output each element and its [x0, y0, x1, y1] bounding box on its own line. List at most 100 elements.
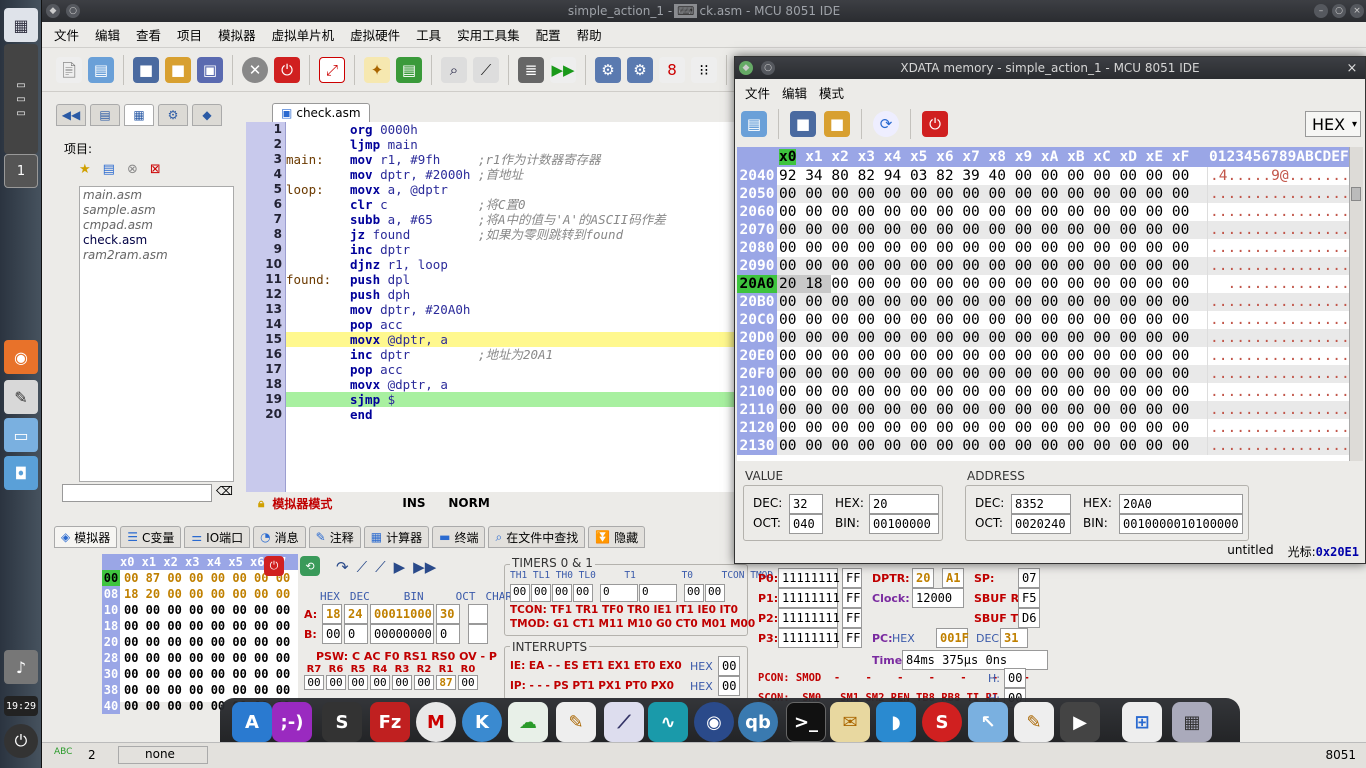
gear-tab-icon[interactable]: ⚙ — [158, 104, 188, 126]
archive-icon[interactable]: ▦ — [1172, 702, 1212, 742]
hex-grid[interactable]: x0 x1 x2 x3 x4 x5 x6 x7 x8 x9 xA xB xC x… — [737, 147, 1351, 461]
hex-ascii[interactable]: ................ — [1207, 257, 1350, 275]
code-line[interactable]: inc dptr ;地址为20A1 — [286, 347, 736, 362]
tab-bottom-7[interactable]: ⌕ 在文件中查找 — [488, 526, 586, 548]
tab-bottom-2[interactable]: ⚌ IO端口 — [184, 526, 251, 548]
a-dec[interactable]: 24 — [344, 604, 368, 624]
workspace-switcher[interactable]: ▭ ▭ ▭ — [4, 44, 38, 154]
pc-dec[interactable]: 31 — [1000, 628, 1028, 648]
reg-value[interactable]: 00 — [392, 675, 412, 690]
code-line[interactable]: push dph — [286, 287, 736, 302]
compile-icon[interactable]: ✦ — [364, 56, 390, 83]
file-item[interactable]: check.asm — [83, 233, 230, 248]
hex-bytes[interactable]: 00 00 00 00 00 00 00 00 00 00 00 00 00 0… — [777, 311, 1207, 329]
remove-file-icon[interactable]: ⊗ — [127, 162, 138, 177]
p0-hex[interactable]: FF — [842, 568, 862, 588]
code-line[interactable]: inc dptr — [286, 242, 736, 257]
step-over-icon[interactable]: ⟋ — [357, 558, 368, 576]
monitor-icon[interactable]: ∿ — [648, 702, 688, 742]
hex-row[interactable]: 20E0 00 00 00 00 00 00 00 00 00 00 00 00 … — [737, 347, 1351, 365]
matrix-icon[interactable]: ⁝⁝ — [691, 56, 717, 83]
window-menu-icon[interactable]: ○ — [66, 4, 80, 18]
reg-value[interactable]: 87 — [436, 675, 456, 690]
hex-bytes[interactable]: 20 18 00 00 00 00 00 00 00 00 00 00 00 0… — [777, 275, 1207, 293]
reg-value[interactable]: 00 — [458, 675, 478, 690]
reg-value[interactable]: 00 — [370, 675, 390, 690]
hex-bytes[interactable]: 00 00 00 00 00 00 00 00 00 00 00 00 00 0… — [777, 419, 1207, 437]
hex-ascii[interactable]: ................ — [1207, 383, 1350, 401]
step-back-icon[interactable]: ↷ — [336, 558, 349, 576]
value-dec[interactable]: 32 — [789, 494, 823, 514]
menu-edit[interactable]: 编辑 — [87, 25, 128, 44]
hex-row[interactable]: 2100 00 00 00 00 00 00 00 00 00 00 00 00 … — [737, 383, 1351, 401]
pcon-value[interactable]: 00 — [1004, 668, 1026, 688]
p0-value[interactable]: 11111111 — [778, 568, 840, 588]
settings1-icon[interactable]: ⚙ — [627, 56, 653, 83]
sbufr-value[interactable]: F5 — [1018, 588, 1040, 608]
hex-bytes[interactable]: 00 00 00 00 00 00 00 00 00 00 00 00 00 0… — [777, 185, 1207, 203]
writer-icon[interactable]: ✎ — [1014, 702, 1054, 742]
open-icon[interactable]: ▤ — [88, 56, 114, 83]
star-icon[interactable]: ★ — [79, 162, 91, 177]
xdata-menu-icon[interactable]: ○ — [761, 61, 775, 75]
b-bin[interactable]: 00000000 — [370, 624, 434, 644]
hex-row[interactable]: 20A0 20 18 00 00 00 00 00 00 00 00 00 00 … — [737, 275, 1351, 293]
xdata-refresh-icon[interactable]: ⟳ — [873, 111, 899, 137]
hex-bytes[interactable]: 00 00 00 00 00 00 00 00 00 00 00 00 00 0… — [777, 383, 1207, 401]
cloud-icon[interactable]: ☁ — [508, 702, 548, 742]
maximize-icon[interactable]: ○ — [1332, 4, 1346, 18]
filezilla-icon[interactable]: Fz — [370, 702, 410, 742]
add-file-icon[interactable]: ▤ — [103, 162, 115, 177]
fast-forward-icon[interactable]: ▶▶ — [413, 558, 436, 576]
network-icon[interactable]: ⊞ — [1122, 702, 1162, 742]
project-icon[interactable]: ▤ — [396, 56, 422, 83]
qb-icon[interactable]: qb — [738, 702, 778, 742]
timer-value[interactable]: 0 — [639, 584, 677, 602]
menu-project[interactable]: 项目 — [169, 25, 210, 44]
clear-filter-icon[interactable]: ⌫ — [216, 484, 233, 498]
stop-icon[interactable]: ✕ — [242, 56, 268, 83]
xdata-open-icon[interactable]: ▤ — [741, 111, 767, 137]
code-line[interactable]: movx @dptr, a — [286, 332, 736, 347]
workspace-number[interactable]: 1 — [4, 154, 38, 188]
dptr-low[interactable]: A1 — [942, 568, 964, 588]
menu-file[interactable]: 文件 — [46, 25, 87, 44]
timer-value[interactable]: 0 — [600, 584, 638, 602]
code-line[interactable]: subb a, #65 ;将A中的值与'A'的ASCII码作差 — [286, 212, 736, 227]
code-area[interactable]: org 0000h ljmp main main: mov r1, #9fh ;r1作… — [286, 122, 736, 492]
a-bin[interactable]: 00011000 — [370, 604, 434, 624]
save-as-icon[interactable]: ■ — [165, 56, 191, 83]
terminal-icon[interactable]: >_ — [786, 702, 826, 742]
xdata-menu-mode[interactable]: 模式 — [813, 83, 850, 102]
hex-bytes[interactable]: 00 00 00 00 00 00 00 00 00 00 00 00 00 0… — [777, 239, 1207, 257]
spellcheck-icon[interactable]: ABC — [54, 747, 72, 757]
xdata-save-as-icon[interactable]: ■ — [824, 111, 850, 137]
hex-row[interactable]: 2080 00 00 00 00 00 00 00 00 00 00 00 00 … — [737, 239, 1351, 257]
tab-bottom-8[interactable]: ⏬ 隐藏 — [588, 526, 646, 548]
tab-bottom-4[interactable]: ✎ 注释 — [308, 526, 361, 548]
open-tab-icon[interactable]: ▤ — [90, 104, 120, 126]
hex-scrollbar[interactable] — [1349, 147, 1363, 461]
hex-ascii[interactable]: .4.....9@....... — [1207, 167, 1350, 185]
code-line[interactable]: org 0000h — [286, 122, 736, 137]
p1-hex[interactable]: FF — [842, 588, 862, 608]
file-item[interactable]: cmpad.asm — [83, 218, 230, 233]
p2-hex[interactable]: FF — [842, 608, 862, 628]
hex-bytes[interactable]: 00 00 00 00 00 00 00 00 00 00 00 00 00 0… — [777, 347, 1207, 365]
hex-row[interactable]: 2120 00 00 00 00 00 00 00 00 00 00 00 00 … — [737, 419, 1351, 437]
hex-ascii[interactable]: ................ — [1207, 221, 1350, 239]
sbuft-value[interactable]: D6 — [1018, 608, 1040, 628]
code-line[interactable]: djnz r1, loop — [286, 257, 736, 272]
menu-utilities[interactable]: 实用工具集 — [449, 25, 528, 44]
reg-value[interactable]: 00 — [326, 675, 346, 690]
hex-bytes[interactable]: 00 00 00 00 00 00 00 00 00 00 00 00 00 0… — [777, 221, 1207, 239]
code-line[interactable]: found: push dpl — [286, 272, 736, 287]
a-oct[interactable]: 30 — [436, 604, 460, 624]
clock-value[interactable]: 12000 — [912, 588, 964, 608]
code-line[interactable]: movx @dptr, a — [286, 377, 736, 392]
wireshark-icon[interactable]: ⟋ — [604, 702, 644, 742]
hex-ascii[interactable]: ................ — [1207, 293, 1350, 311]
menu-tools[interactable]: 工具 — [408, 25, 449, 44]
file-item[interactable]: sample.asm — [83, 203, 230, 218]
hex-row[interactable]: 2050 00 00 00 00 00 00 00 00 00 00 00 00 … — [737, 185, 1351, 203]
